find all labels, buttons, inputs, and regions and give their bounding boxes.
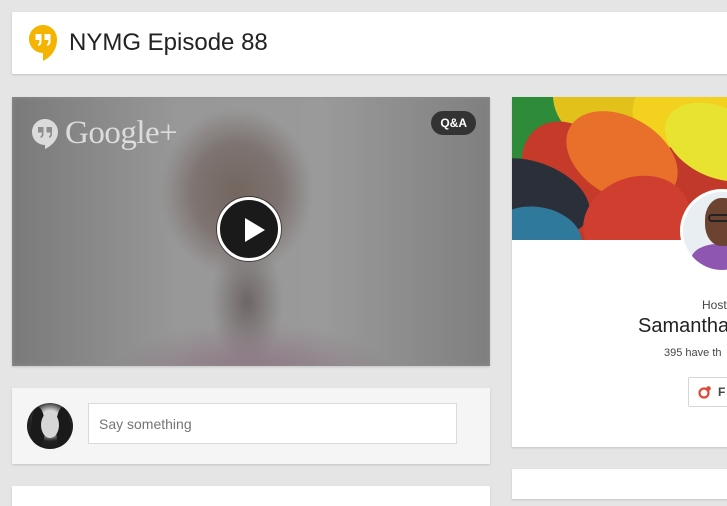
follow-button-label: F bbox=[718, 385, 726, 399]
avatar-shirt bbox=[691, 244, 727, 270]
host-label: Host bbox=[702, 298, 727, 312]
hangouts-quote-icon bbox=[32, 118, 58, 149]
page-title: NYMG Episode 88 bbox=[69, 29, 268, 56]
next-card bbox=[12, 486, 490, 506]
next-side-card bbox=[512, 469, 727, 499]
say-something-input[interactable] bbox=[88, 403, 457, 444]
host-name[interactable]: Samantha bbox=[638, 315, 727, 338]
comment-box bbox=[12, 388, 490, 464]
event-header: NYMG Episode 88 bbox=[12, 12, 727, 74]
user-avatar[interactable] bbox=[27, 403, 73, 449]
google-plus-wordmark: Google+ bbox=[65, 115, 178, 151]
circles-icon bbox=[698, 386, 711, 399]
avatar-face bbox=[705, 198, 727, 246]
avatar-face bbox=[41, 412, 59, 438]
avatar-glasses bbox=[708, 214, 727, 222]
qa-badge[interactable]: Q&A bbox=[431, 111, 476, 135]
play-icon bbox=[245, 218, 265, 242]
google-plus-logo: Google+ bbox=[32, 115, 178, 152]
host-card: Host Samantha 395 have th F bbox=[512, 97, 727, 447]
video-player[interactable]: Google+ Q&A bbox=[12, 97, 490, 366]
host-circle-count: 395 have th bbox=[664, 347, 722, 359]
follow-button[interactable]: F bbox=[688, 377, 727, 407]
play-button[interactable] bbox=[217, 197, 281, 261]
hangouts-icon bbox=[29, 25, 57, 61]
